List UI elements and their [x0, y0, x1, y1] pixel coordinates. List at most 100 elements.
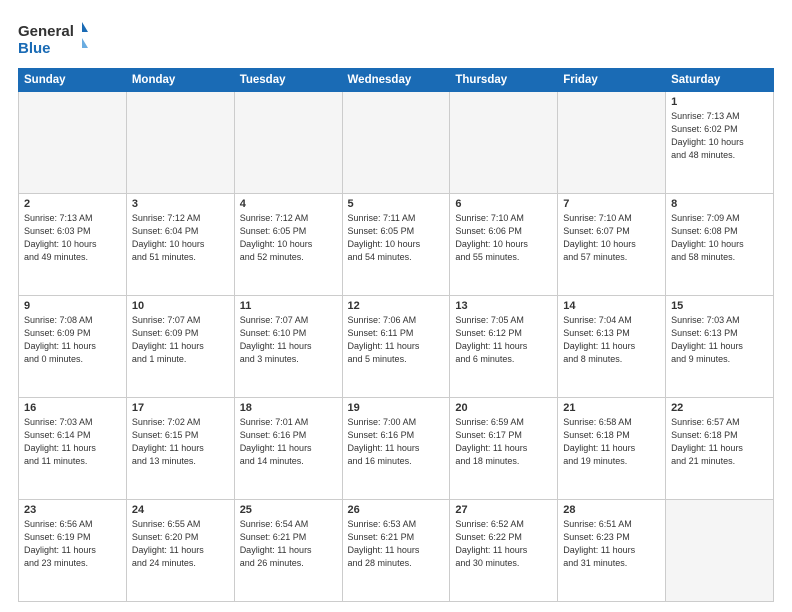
day-number: 23	[24, 504, 121, 516]
calendar-cell: 17 Sunrise: 7:02 AM Sunset: 6:15 PM Dayli…	[126, 398, 234, 500]
calendar-cell: 23 Sunrise: 6:56 AM Sunset: 6:19 PM Dayli…	[19, 500, 127, 602]
day-number: 19	[348, 402, 445, 414]
day-number: 20	[455, 402, 552, 414]
calendar-cell: 25 Sunrise: 6:54 AM Sunset: 6:21 PM Dayli…	[234, 500, 342, 602]
day-number: 4	[240, 198, 337, 210]
calendar-cell	[126, 92, 234, 194]
calendar-cell	[342, 92, 450, 194]
day-number: 21	[563, 402, 660, 414]
calendar-cell: 12 Sunrise: 7:06 AM Sunset: 6:11 PM Dayli…	[342, 296, 450, 398]
day-number: 1	[671, 96, 768, 108]
day-info: Sunrise: 7:03 AM Sunset: 6:13 PM Dayligh…	[671, 314, 768, 366]
day-number: 2	[24, 198, 121, 210]
day-number: 24	[132, 504, 229, 516]
calendar-cell: 11 Sunrise: 7:07 AM Sunset: 6:10 PM Dayli…	[234, 296, 342, 398]
col-header-sunday: Sunday	[19, 69, 127, 92]
col-header-friday: Friday	[558, 69, 666, 92]
calendar-table: SundayMondayTuesdayWednesdayThursdayFrid…	[18, 68, 774, 602]
calendar-cell: 7Sunrise: 7:10 AM Sunset: 6:07 PM Daylig…	[558, 194, 666, 296]
day-info: Sunrise: 7:11 AM Sunset: 6:05 PM Dayligh…	[348, 212, 445, 264]
day-number: 22	[671, 402, 768, 414]
week-row-3: 9Sunrise: 7:08 AM Sunset: 6:09 PM Daylig…	[19, 296, 774, 398]
col-header-monday: Monday	[126, 69, 234, 92]
day-number: 13	[455, 300, 552, 312]
calendar-header-row: SundayMondayTuesdayWednesdayThursdayFrid…	[19, 69, 774, 92]
day-info: Sunrise: 7:12 AM Sunset: 6:05 PM Dayligh…	[240, 212, 337, 264]
svg-text:General: General	[18, 23, 74, 40]
week-row-5: 23 Sunrise: 6:56 AM Sunset: 6:19 PM Dayli…	[19, 500, 774, 602]
calendar-cell: 24Sunrise: 6:55 AM Sunset: 6:20 PM Dayli…	[126, 500, 234, 602]
day-info: Sunrise: 7:04 AM Sunset: 6:13 PM Dayligh…	[563, 314, 660, 366]
day-number: 3	[132, 198, 229, 210]
week-row-2: 2 Sunrise: 7:13 AM Sunset: 6:03 PM Daylig…	[19, 194, 774, 296]
calendar-cell: 4 Sunrise: 7:12 AM Sunset: 6:05 PM Daylig…	[234, 194, 342, 296]
day-info: Sunrise: 7:09 AM Sunset: 6:08 PM Dayligh…	[671, 212, 768, 264]
day-info: Sunrise: 7:06 AM Sunset: 6:11 PM Dayligh…	[348, 314, 445, 366]
day-number: 7	[563, 198, 660, 210]
calendar-cell: 5 Sunrise: 7:11 AM Sunset: 6:05 PM Daylig…	[342, 194, 450, 296]
header: General Blue	[18, 18, 774, 60]
day-info: Sunrise: 6:57 AM Sunset: 6:18 PM Dayligh…	[671, 416, 768, 468]
calendar-cell: 3 Sunrise: 7:12 AM Sunset: 6:04 PM Daylig…	[126, 194, 234, 296]
calendar-cell: 2 Sunrise: 7:13 AM Sunset: 6:03 PM Daylig…	[19, 194, 127, 296]
day-number: 16	[24, 402, 121, 414]
calendar-cell: 26Sunrise: 6:53 AM Sunset: 6:21 PM Dayli…	[342, 500, 450, 602]
day-number: 8	[671, 198, 768, 210]
day-number: 28	[563, 504, 660, 516]
calendar-cell: 28 Sunrise: 6:51 AM Sunset: 6:23 PM Dayli…	[558, 500, 666, 602]
day-number: 25	[240, 504, 337, 516]
day-info: Sunrise: 7:08 AM Sunset: 6:09 PM Dayligh…	[24, 314, 121, 366]
day-info: Sunrise: 7:07 AM Sunset: 6:10 PM Dayligh…	[240, 314, 337, 366]
calendar-cell: 19 Sunrise: 7:00 AM Sunset: 6:16 PM Dayli…	[342, 398, 450, 500]
week-row-4: 16 Sunrise: 7:03 AM Sunset: 6:14 PM Dayli…	[19, 398, 774, 500]
calendar-cell	[666, 500, 774, 602]
day-info: Sunrise: 6:59 AM Sunset: 6:17 PM Dayligh…	[455, 416, 552, 468]
calendar-cell: 21 Sunrise: 6:58 AM Sunset: 6:18 PM Dayli…	[558, 398, 666, 500]
day-info: Sunrise: 6:52 AM Sunset: 6:22 PM Dayligh…	[455, 518, 552, 570]
day-number: 15	[671, 300, 768, 312]
day-info: Sunrise: 7:03 AM Sunset: 6:14 PM Dayligh…	[24, 416, 121, 468]
day-number: 27	[455, 504, 552, 516]
col-header-tuesday: Tuesday	[234, 69, 342, 92]
col-header-thursday: Thursday	[450, 69, 558, 92]
page: General Blue SundayMondayTuesdayWednesda…	[0, 0, 792, 612]
calendar-cell: 16 Sunrise: 7:03 AM Sunset: 6:14 PM Dayli…	[19, 398, 127, 500]
day-number: 14	[563, 300, 660, 312]
day-info: Sunrise: 7:01 AM Sunset: 6:16 PM Dayligh…	[240, 416, 337, 468]
calendar-cell: 9Sunrise: 7:08 AM Sunset: 6:09 PM Daylig…	[19, 296, 127, 398]
day-info: Sunrise: 7:12 AM Sunset: 6:04 PM Dayligh…	[132, 212, 229, 264]
col-header-wednesday: Wednesday	[342, 69, 450, 92]
calendar-cell: 27 Sunrise: 6:52 AM Sunset: 6:22 PM Dayli…	[450, 500, 558, 602]
calendar-cell	[450, 92, 558, 194]
calendar-cell: 18 Sunrise: 7:01 AM Sunset: 6:16 PM Dayli…	[234, 398, 342, 500]
day-info: Sunrise: 7:05 AM Sunset: 6:12 PM Dayligh…	[455, 314, 552, 366]
calendar-cell: 1 Sunrise: 7:13 AM Sunset: 6:02 PM Daylig…	[666, 92, 774, 194]
day-number: 12	[348, 300, 445, 312]
day-info: Sunrise: 7:07 AM Sunset: 6:09 PM Dayligh…	[132, 314, 229, 366]
day-info: Sunrise: 6:58 AM Sunset: 6:18 PM Dayligh…	[563, 416, 660, 468]
day-number: 5	[348, 198, 445, 210]
calendar-cell	[19, 92, 127, 194]
day-info: Sunrise: 6:56 AM Sunset: 6:19 PM Dayligh…	[24, 518, 121, 570]
day-info: Sunrise: 6:54 AM Sunset: 6:21 PM Dayligh…	[240, 518, 337, 570]
calendar-cell: 14 Sunrise: 7:04 AM Sunset: 6:13 PM Dayli…	[558, 296, 666, 398]
day-number: 6	[455, 198, 552, 210]
day-number: 26	[348, 504, 445, 516]
calendar-cell: 8 Sunrise: 7:09 AM Sunset: 6:08 PM Daylig…	[666, 194, 774, 296]
day-number: 18	[240, 402, 337, 414]
calendar-cell	[234, 92, 342, 194]
day-info: Sunrise: 7:02 AM Sunset: 6:15 PM Dayligh…	[132, 416, 229, 468]
day-info: Sunrise: 7:13 AM Sunset: 6:03 PM Dayligh…	[24, 212, 121, 264]
day-info: Sunrise: 7:00 AM Sunset: 6:16 PM Dayligh…	[348, 416, 445, 468]
calendar-cell: 20 Sunrise: 6:59 AM Sunset: 6:17 PM Dayli…	[450, 398, 558, 500]
logo: General Blue	[18, 18, 88, 60]
calendar-cell: 22 Sunrise: 6:57 AM Sunset: 6:18 PM Dayli…	[666, 398, 774, 500]
day-info: Sunrise: 6:51 AM Sunset: 6:23 PM Dayligh…	[563, 518, 660, 570]
day-info: Sunrise: 7:10 AM Sunset: 6:06 PM Dayligh…	[455, 212, 552, 264]
day-number: 11	[240, 300, 337, 312]
calendar-cell: 10 Sunrise: 7:07 AM Sunset: 6:09 PM Dayli…	[126, 296, 234, 398]
day-number: 10	[132, 300, 229, 312]
day-info: Sunrise: 7:13 AM Sunset: 6:02 PM Dayligh…	[671, 110, 768, 162]
day-number: 17	[132, 402, 229, 414]
calendar-cell: 6 Sunrise: 7:10 AM Sunset: 6:06 PM Daylig…	[450, 194, 558, 296]
